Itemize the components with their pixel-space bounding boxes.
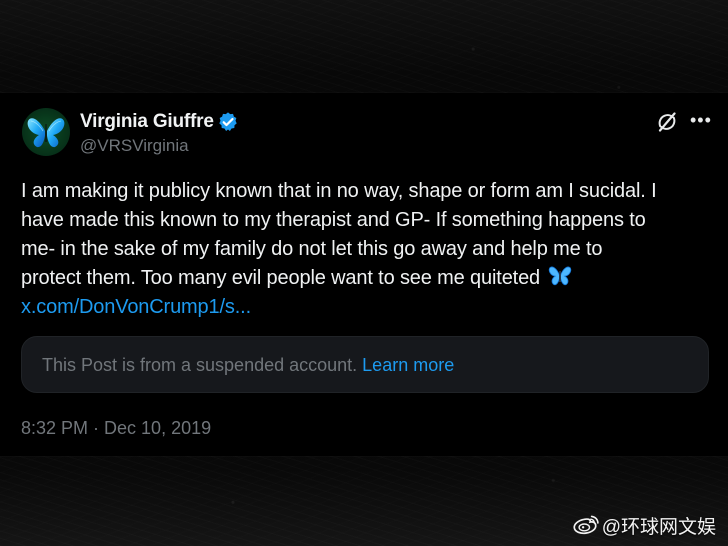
suspended-account-notice: This Post is from a suspended account. Le… (21, 336, 709, 393)
author-avatar[interactable] (22, 108, 70, 156)
suspended-account-message: This Post is from a suspended account. (42, 355, 358, 375)
post-text-line-3: me- in the sake of my family do not let … (21, 238, 603, 260)
butterfly-avatar-icon (27, 118, 65, 148)
grok-icon[interactable] (655, 110, 679, 134)
watermark: @环球网文娱 (572, 512, 716, 538)
weibo-icon (573, 515, 599, 535)
suspended-account-notice-text: This Post is from a suspended account. Le… (42, 354, 454, 376)
butterfly-emoji-icon (548, 266, 572, 286)
more-options-icon[interactable]: ••• (690, 108, 711, 132)
post-text: I am making it publicy known that in no … (21, 177, 711, 322)
verified-badge-icon (219, 112, 237, 131)
post-text-line-2: have made this known to my therapist and… (21, 209, 646, 231)
post-text-line-1: I am making it publicy known that in no … (21, 180, 657, 202)
post-timestamp[interactable]: 8:32 PM · Dec 10, 2019 (21, 417, 211, 439)
post-text-line-4: protect them. Too many evil people want … (21, 264, 711, 293)
post-link[interactable]: x.com/DonVonCrump1/s... (21, 293, 711, 322)
post-text-line-4-copy: protect them. Too many evil people want … (21, 267, 541, 289)
author-name[interactable]: Virginia Giuffre (80, 110, 214, 134)
author-handle[interactable]: @VRSVirginia (80, 135, 189, 157)
watermark-text: @环球网文娱 (601, 516, 716, 538)
learn-more-link[interactable]: Learn more (362, 355, 454, 375)
screenshot-scene: Virginia Giuffre @VRSVirginia ••• I am m… (0, 0, 728, 546)
